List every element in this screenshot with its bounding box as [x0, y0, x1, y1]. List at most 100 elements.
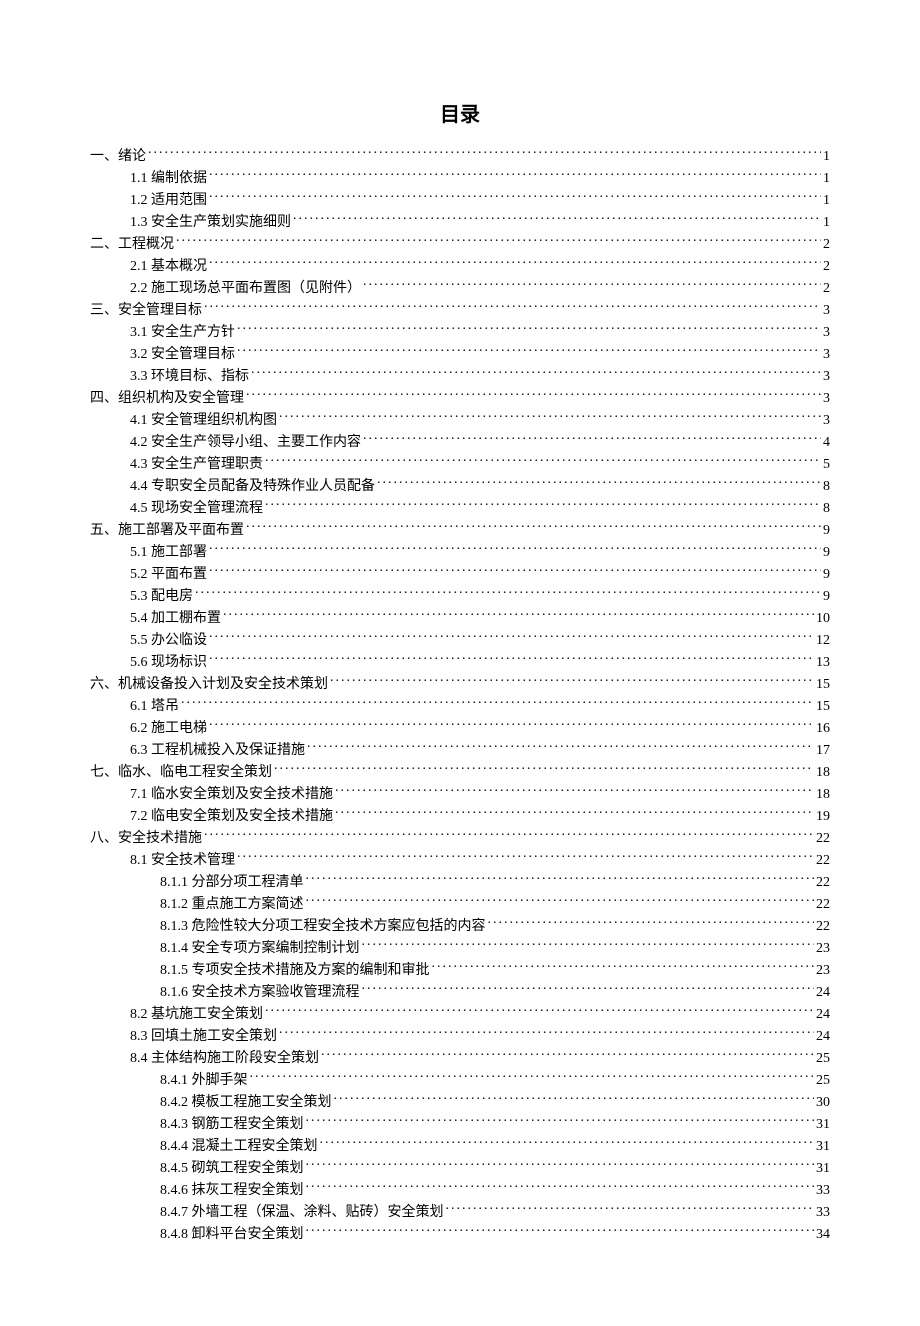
toc-entry-page: 22: [816, 916, 830, 937]
toc-entry-page: 19: [816, 806, 830, 827]
toc-entry-label: 6.3 工程机械投入及保证措施: [130, 740, 305, 761]
toc-leader-dots: [446, 1202, 815, 1216]
toc-leader-dots: [223, 608, 814, 622]
toc-entry-label: 三、安全管理目标: [90, 300, 202, 321]
toc-leader-dots: [432, 960, 815, 974]
toc-leader-dots: [251, 366, 821, 380]
toc-entry-label: 1.2 适用范围: [130, 190, 207, 211]
toc-entry: 三、安全管理目标 3: [90, 300, 830, 321]
toc-entry-label: 4.4 专职安全员配备及特殊作业人员配备: [130, 476, 375, 497]
toc-entry: 1.2 适用范围1: [90, 190, 830, 211]
toc-entry-label: 4.3 安全生产管理职责: [130, 454, 263, 475]
toc-entry: 5.1 施工部署9: [90, 542, 830, 563]
toc-entry-page: 25: [816, 1048, 830, 1069]
toc-entry: 7.1 临水安全策划及安全技术措施18: [90, 784, 830, 805]
toc-entry-label: 7.1 临水安全策划及安全技术措施: [130, 784, 333, 805]
toc-entry-label: 五、施工部署及平面布置: [90, 520, 244, 541]
toc-entry: 四、组织机构及安全管理3: [90, 388, 830, 409]
toc-entry-page: 18: [816, 762, 830, 783]
toc-entry-label: 5.5 办公临设: [130, 630, 207, 651]
toc-entry: 3.1 安全生产方针3: [90, 322, 830, 343]
toc-entry: 4.1 安全管理组织机构图3: [90, 410, 830, 431]
toc-entry-label: 8.1.1 分部分项工程清单: [160, 872, 304, 893]
toc-entry: 6.3 工程机械投入及保证措施 17: [90, 740, 830, 761]
toc-entry-label: 4.5 现场安全管理流程: [130, 498, 263, 519]
toc-entry-page: 22: [816, 894, 830, 915]
toc-leader-dots: [237, 850, 814, 864]
toc-entry: 8.3 回填土施工安全策划24: [90, 1026, 830, 1047]
toc-entry: 2.1 基本概况2: [90, 256, 830, 277]
toc-entry-page: 17: [816, 740, 830, 761]
toc-entry-label: 8.1.4 安全专项方案编制控制计划: [160, 938, 360, 959]
toc-entry-label: 8.1.3 危险性较大分项工程安全技术方案应包括的内容: [160, 916, 486, 937]
toc-leader-dots: [320, 1136, 815, 1150]
toc-entry: 8.4.1 外脚手架25: [90, 1070, 830, 1091]
toc-entry-label: 2.2 施工现场总平面布置图（见附件）: [130, 278, 361, 299]
toc-entry: 8.1.5 专项安全技术措施及方案的编制和审批23: [90, 960, 830, 981]
toc-entry: 5.4 加工棚布置10: [90, 608, 830, 629]
toc-leader-dots: [306, 894, 815, 908]
toc-leader-dots: [209, 652, 814, 666]
toc-leader-dots: [330, 674, 814, 688]
toc-leader-dots: [265, 498, 821, 512]
toc-entry-label: 8.4.5 砌筑工程安全策划: [160, 1158, 304, 1179]
toc-entry-page: 31: [816, 1158, 830, 1179]
toc-entry: 3.2 安全管理目标 3: [90, 344, 830, 365]
toc-entry-label: 8.4.4 混凝土工程安全策划: [160, 1136, 318, 1157]
toc-leader-dots: [209, 256, 821, 270]
toc-entry-label: 8.4.6 抹灰工程安全策划: [160, 1180, 304, 1201]
toc-entry-label: 8.3 回填土施工安全策划: [130, 1026, 277, 1047]
toc-entry-label: 3.2 安全管理目标: [130, 344, 235, 365]
toc-entry: 1.1 编制依据1: [90, 168, 830, 189]
toc-entry-label: 3.3 环境目标、指标: [130, 366, 249, 387]
toc-entry-page: 3: [823, 344, 830, 365]
toc-entry-page: 5: [823, 454, 830, 475]
toc-entry: 8.4.4 混凝土工程安全策划 31: [90, 1136, 830, 1157]
toc-entry-page: 8: [823, 498, 830, 519]
toc-leader-dots: [209, 564, 821, 578]
toc-entry: 8.1.3 危险性较大分项工程安全技术方案应包括的内容 22: [90, 916, 830, 937]
toc-entry-label: 5.2 平面布置: [130, 564, 207, 585]
toc-entry: 8.1.4 安全专项方案编制控制计划23: [90, 938, 830, 959]
toc-leader-dots: [306, 872, 815, 886]
toc-entry-label: 四、组织机构及安全管理: [90, 388, 244, 409]
toc-entry-label: 5.6 现场标识: [130, 652, 207, 673]
toc-entry: 8.4.8 卸料平台安全策划34: [90, 1224, 830, 1245]
toc-entry-label: 5.4 加工棚布置: [130, 608, 221, 629]
toc-leader-dots: [209, 630, 814, 644]
toc-entry: 3.3 环境目标、指标3: [90, 366, 830, 387]
table-of-contents: 一、绪论11.1 编制依据11.2 适用范围11.3 安全生产策划实施细则1二、…: [90, 146, 830, 1245]
toc-entry: 8.4.3 钢筋工程安全策划31: [90, 1114, 830, 1135]
toc-leader-dots: [246, 520, 821, 534]
toc-leader-dots: [306, 1180, 815, 1194]
toc-entry: 5.2 平面布置9: [90, 564, 830, 585]
toc-entry-page: 3: [823, 300, 830, 321]
toc-entry-label: 8.1.5 专项安全技术措施及方案的编制和审批: [160, 960, 430, 981]
toc-entry: 五、施工部署及平面布置9: [90, 520, 830, 541]
toc-entry-label: 8.2 基坑施工安全策划: [130, 1004, 263, 1025]
toc-entry: 4.5 现场安全管理流程 8: [90, 498, 830, 519]
toc-entry-page: 33: [816, 1202, 830, 1223]
toc-entry-label: 3.1 安全生产方针: [130, 322, 235, 343]
toc-entry-label: 4.2 安全生产领导小组、主要工作内容: [130, 432, 361, 453]
toc-entry-label: 8.1 安全技术管理: [130, 850, 235, 871]
toc-entry: 8.1.1 分部分项工程清单22: [90, 872, 830, 893]
toc-entry-page: 31: [816, 1136, 830, 1157]
toc-entry-label: 八、安全技术措施: [90, 828, 202, 849]
toc-entry-label: 6.1 塔吊: [130, 696, 179, 717]
toc-entry-label: 8.4.1 外脚手架: [160, 1070, 248, 1091]
toc-entry-label: 8.4.2 模板工程施工安全策划: [160, 1092, 332, 1113]
toc-leader-dots: [265, 1004, 814, 1018]
toc-leader-dots: [363, 278, 821, 292]
toc-entry-page: 22: [816, 850, 830, 871]
toc-entry: 6.1 塔吊15: [90, 696, 830, 717]
toc-entry-label: 4.1 安全管理组织机构图: [130, 410, 277, 431]
toc-leader-dots: [209, 190, 821, 204]
toc-entry-page: 2: [823, 256, 830, 277]
toc-entry: 5.6 现场标识13: [90, 652, 830, 673]
toc-leader-dots: [181, 696, 814, 710]
toc-entry-page: 30: [816, 1092, 830, 1113]
toc-leader-dots: [363, 432, 821, 446]
toc-entry: 8.4.2 模板工程施工安全策划 30: [90, 1092, 830, 1113]
toc-entry: 4.3 安全生产管理职责 5: [90, 454, 830, 475]
